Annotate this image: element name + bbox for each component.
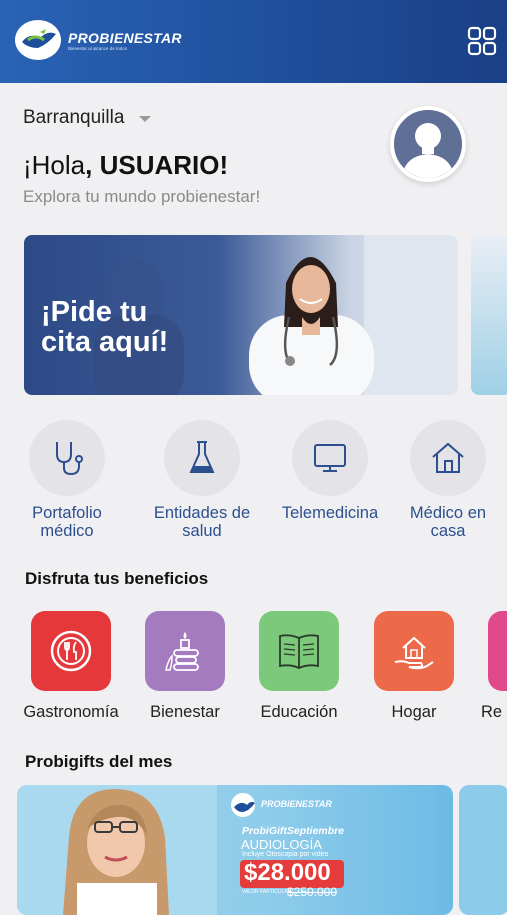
benefit-partial[interactable]: Re <box>474 611 507 722</box>
probigifts-title: Probigifts del mes <box>25 752 173 771</box>
brand-name: PROBIENESTAR <box>68 30 182 46</box>
house-hand-icon <box>394 636 434 670</box>
chevron-down-icon[interactable] <box>139 116 151 122</box>
gift-photo <box>17 785 255 915</box>
spa-stones-icon <box>165 632 199 671</box>
service-portafolio-medico[interactable]: Portafolio médico <box>7 420 127 540</box>
benefit-bienestar[interactable]: Bienestar <box>130 611 240 722</box>
avatar[interactable] <box>390 106 466 182</box>
monitor-icon <box>314 444 346 472</box>
service-entidades-de-salud[interactable]: Entidades de salud <box>142 420 262 540</box>
open-book-icon <box>279 634 319 669</box>
benefit-gastronomia[interactable]: Gastronomía <box>16 611 126 722</box>
service-label: Telemedicina <box>281 504 379 522</box>
benefit-label: Hogar <box>391 703 437 721</box>
gift-tag: ProbiGiftSeptiembre <box>242 825 345 837</box>
plate-cutlery-icon <box>50 630 92 672</box>
grid-icon[interactable] <box>467 26 497 56</box>
appointment-banner[interactable]: ¡Pide tu cita aquí! <box>24 235 458 395</box>
gift-service: AUDIOLOGÍA <box>241 837 322 852</box>
benefit-label: Re <box>481 703 503 721</box>
stethoscope-icon <box>56 442 83 476</box>
partial-icon <box>488 611 507 691</box>
gift-old-price: $250.000 <box>287 885 338 899</box>
benefits-title: Disfruta tus beneficios <box>25 569 209 588</box>
probigift-card[interactable]: PROBIENESTAR ProbiGiftSeptiembre AUDIOLO… <box>17 785 453 915</box>
gift-note: Incluye Otoscopia por video <box>242 851 329 858</box>
next-banner-peek[interactable] <box>471 235 507 395</box>
benefit-label: Bienestar <box>150 703 220 721</box>
service-label: Portafolio <box>32 504 102 522</box>
benefit-hogar[interactable]: Hogar <box>359 611 469 722</box>
next-gift-peek[interactable] <box>459 785 507 915</box>
user-silhouette-icon <box>402 123 454 178</box>
app-header: PROBIENESTAR Bienestar al alcance de tod… <box>0 0 507 83</box>
city-selector[interactable]: Barranquilla <box>23 107 124 129</box>
service-label: Entidades de <box>153 504 251 522</box>
benefit-label: Educación <box>260 703 338 721</box>
flask-icon <box>189 441 215 473</box>
benefit-label: Gastronomía <box>23 703 119 721</box>
gift-old-label: VALOR PARTICULAR <box>242 889 292 895</box>
probienestar-logo-icon <box>15 20 61 60</box>
service-telemedicina[interactable]: Telemedicina <box>270 420 390 522</box>
banner-title: ¡Pide tu cita aquí! <box>41 296 169 358</box>
greeting-title: ¡Hola, USUARIO! <box>23 150 229 180</box>
gift-brand: PROBIENESTAR <box>261 799 332 809</box>
service-label: Médico en <box>409 504 487 522</box>
gift-price: $28.000 <box>244 859 331 886</box>
greeting-subtitle: Explora tu mundo probienestar! <box>23 187 261 206</box>
brand-tagline: Bienestar al alcance de todos <box>68 46 128 51</box>
house-icon <box>432 442 464 473</box>
benefit-educacion[interactable]: Educación <box>244 611 354 722</box>
service-medico-en-casa[interactable]: Médico en casa <box>388 420 507 540</box>
